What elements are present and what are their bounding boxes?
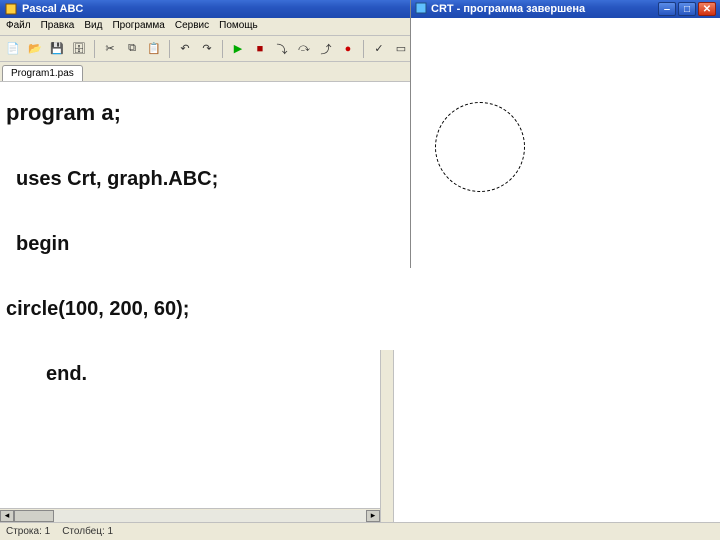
step-over-icon[interactable]: ⤼ [295,40,313,58]
code-line: program a; [6,100,376,126]
output-titlebar[interactable]: CRT - программа завершена ‒ □ ✕ [411,0,720,18]
maximize-button[interactable]: □ [678,2,696,16]
check-icon[interactable]: ✓ [370,40,388,58]
close-button[interactable]: ✕ [698,2,716,16]
save-all-icon[interactable]: 🗄 [70,40,88,58]
code-line: begin [16,233,376,256]
new-file-icon[interactable]: 📄 [4,40,22,58]
toolbar-separator [363,40,364,58]
menu-edit[interactable]: Правка [41,20,75,33]
toolbar-separator [169,40,170,58]
form-icon[interactable]: ▭ [392,40,410,58]
output-title: CRT - программа завершена [431,3,585,15]
menu-service[interactable]: Сервис [175,20,209,33]
paste-icon[interactable]: 📋 [145,40,163,58]
redo-icon[interactable]: ↷ [198,40,216,58]
step-out-icon[interactable]: ⤴ [317,40,335,58]
code-editor[interactable]: program a; uses Crt, graph.ABC; begin ci… [0,82,380,522]
step-into-icon[interactable]: ⤵ [273,40,291,58]
menu-view[interactable]: Вид [84,20,102,33]
tab-program1[interactable]: Program1.pas [2,65,83,81]
undo-icon[interactable]: ↶ [176,40,194,58]
graphics-canvas [411,18,720,268]
output-window: CRT - программа завершена ‒ □ ✕ [410,0,720,268]
cut-icon[interactable]: ✂ [101,40,119,58]
save-icon[interactable]: 💾 [48,40,66,58]
minimize-button[interactable]: ‒ [658,2,676,16]
vertical-splitter[interactable] [380,350,394,522]
run-icon[interactable]: ▶ [229,40,247,58]
menu-program[interactable]: Программа [112,20,164,33]
toolbar-separator [94,40,95,58]
scroll-right-icon[interactable]: ▸ [366,510,380,522]
menu-help[interactable]: Помощь [219,20,258,33]
statusbar: Строка: 1 Столбец: 1 [0,522,720,540]
drawn-circle [435,102,525,192]
copy-icon[interactable]: ⧉ [123,40,141,58]
stop-icon[interactable]: ■ [251,40,269,58]
menu-file[interactable]: Файл [6,20,31,33]
scroll-thumb[interactable] [14,510,54,522]
app-icon [4,2,18,16]
scroll-track[interactable] [14,510,366,522]
toolbar-separator [222,40,223,58]
status-col: Столбец: 1 [62,526,113,537]
code-line: uses Crt, graph.ABC; [16,168,376,191]
scroll-left-icon[interactable]: ◂ [0,510,14,522]
output-app-icon [415,2,427,17]
open-icon[interactable]: 📂 [26,40,44,58]
main-title: Pascal ABC [22,3,83,15]
code-line: end. [46,363,376,386]
breakpoint-icon[interactable]: ● [339,40,357,58]
editor-hscrollbar[interactable]: ◂ ▸ [0,508,380,522]
code-line: circle(100, 200, 60); [6,298,376,321]
status-row: Строка: 1 [6,526,50,537]
